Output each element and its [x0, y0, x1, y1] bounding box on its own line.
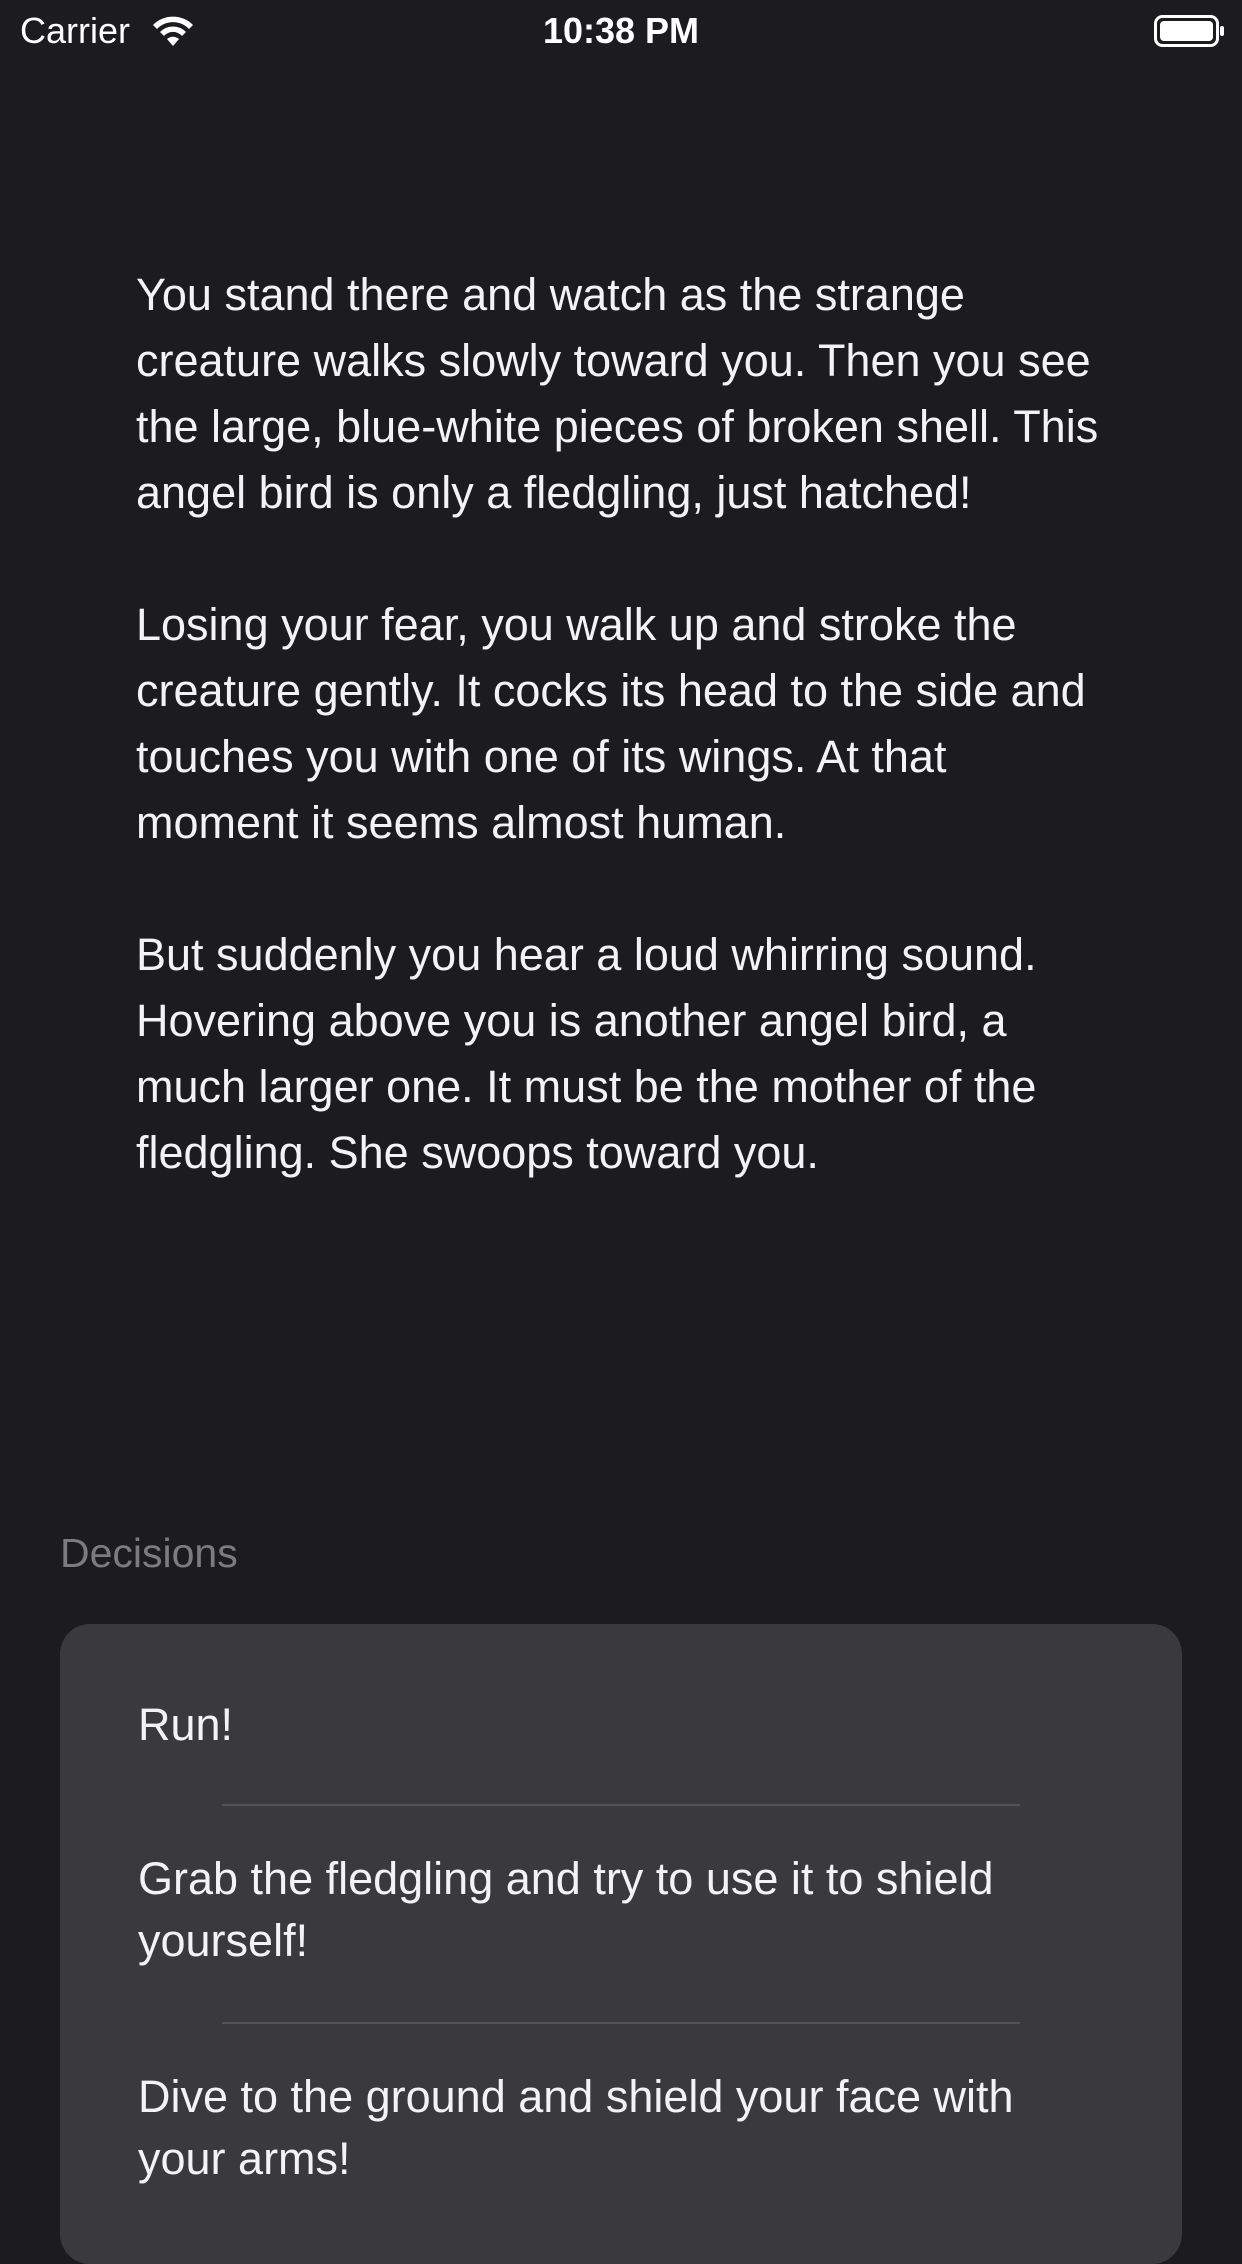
story-paragraph: Losing your fear, you walk up and stroke…: [136, 599, 1086, 848]
status-bar: Carrier 10:38 PM: [0, 0, 1242, 62]
story-paragraph: But suddenly you hear a loud whirring so…: [136, 929, 1037, 1178]
decisions-list: Run! Grab the fledgling and try to use i…: [60, 1624, 1182, 2264]
story-text: You stand there and watch as the strange…: [136, 262, 1116, 1252]
separator: [222, 1804, 1020, 1806]
battery-icon: [1154, 15, 1224, 47]
separator: [222, 2022, 1020, 2024]
decisions-header: Decisions: [60, 1530, 238, 1576]
status-time: 10:38 PM: [542, 10, 700, 51]
decision-dive-to-ground[interactable]: Dive to the ground and shield your face …: [60, 2066, 1182, 2190]
decision-grab-fledgling[interactable]: Grab the fledgling and try to use it to …: [60, 1848, 1182, 1972]
story-paragraph: You stand there and watch as the strange…: [136, 269, 1099, 518]
decision-run[interactable]: Run!: [60, 1694, 1182, 1756]
